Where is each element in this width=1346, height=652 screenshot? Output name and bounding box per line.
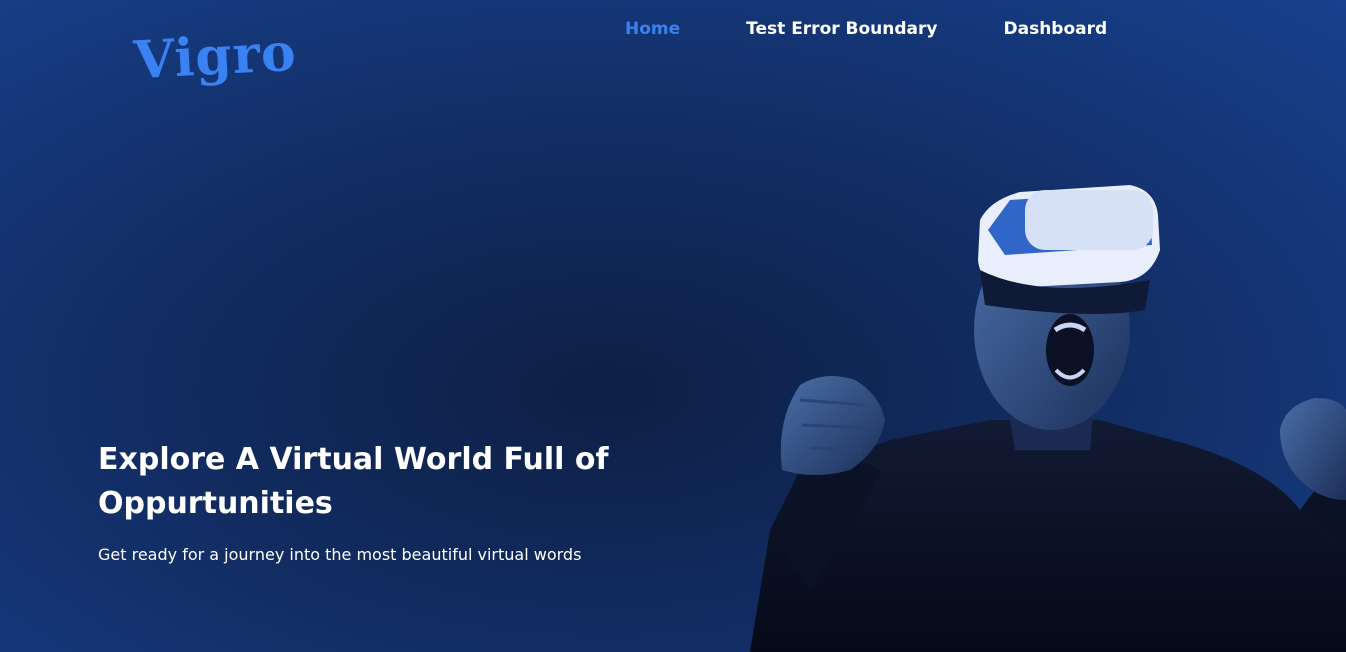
hero-title: Explore A Virtual World Full of Oppurtun…: [98, 442, 609, 521]
landing-page: Vigro Home Test Error Boundary Dashboard…: [0, 0, 1346, 652]
vr-person-image: [750, 185, 1346, 652]
hero-subtitle: Get ready for a journey into the most be…: [98, 545, 582, 564]
nav-test-error-boundary-link[interactable]: Test Error Boundary: [746, 19, 937, 39]
nav-dashboard-link[interactable]: Dashboard: [1004, 19, 1108, 39]
nav-home-link[interactable]: Home: [625, 19, 680, 39]
main-nav: Home Test Error Boundary Dashboard: [625, 19, 1107, 39]
logo[interactable]: Vigro: [133, 22, 299, 91]
